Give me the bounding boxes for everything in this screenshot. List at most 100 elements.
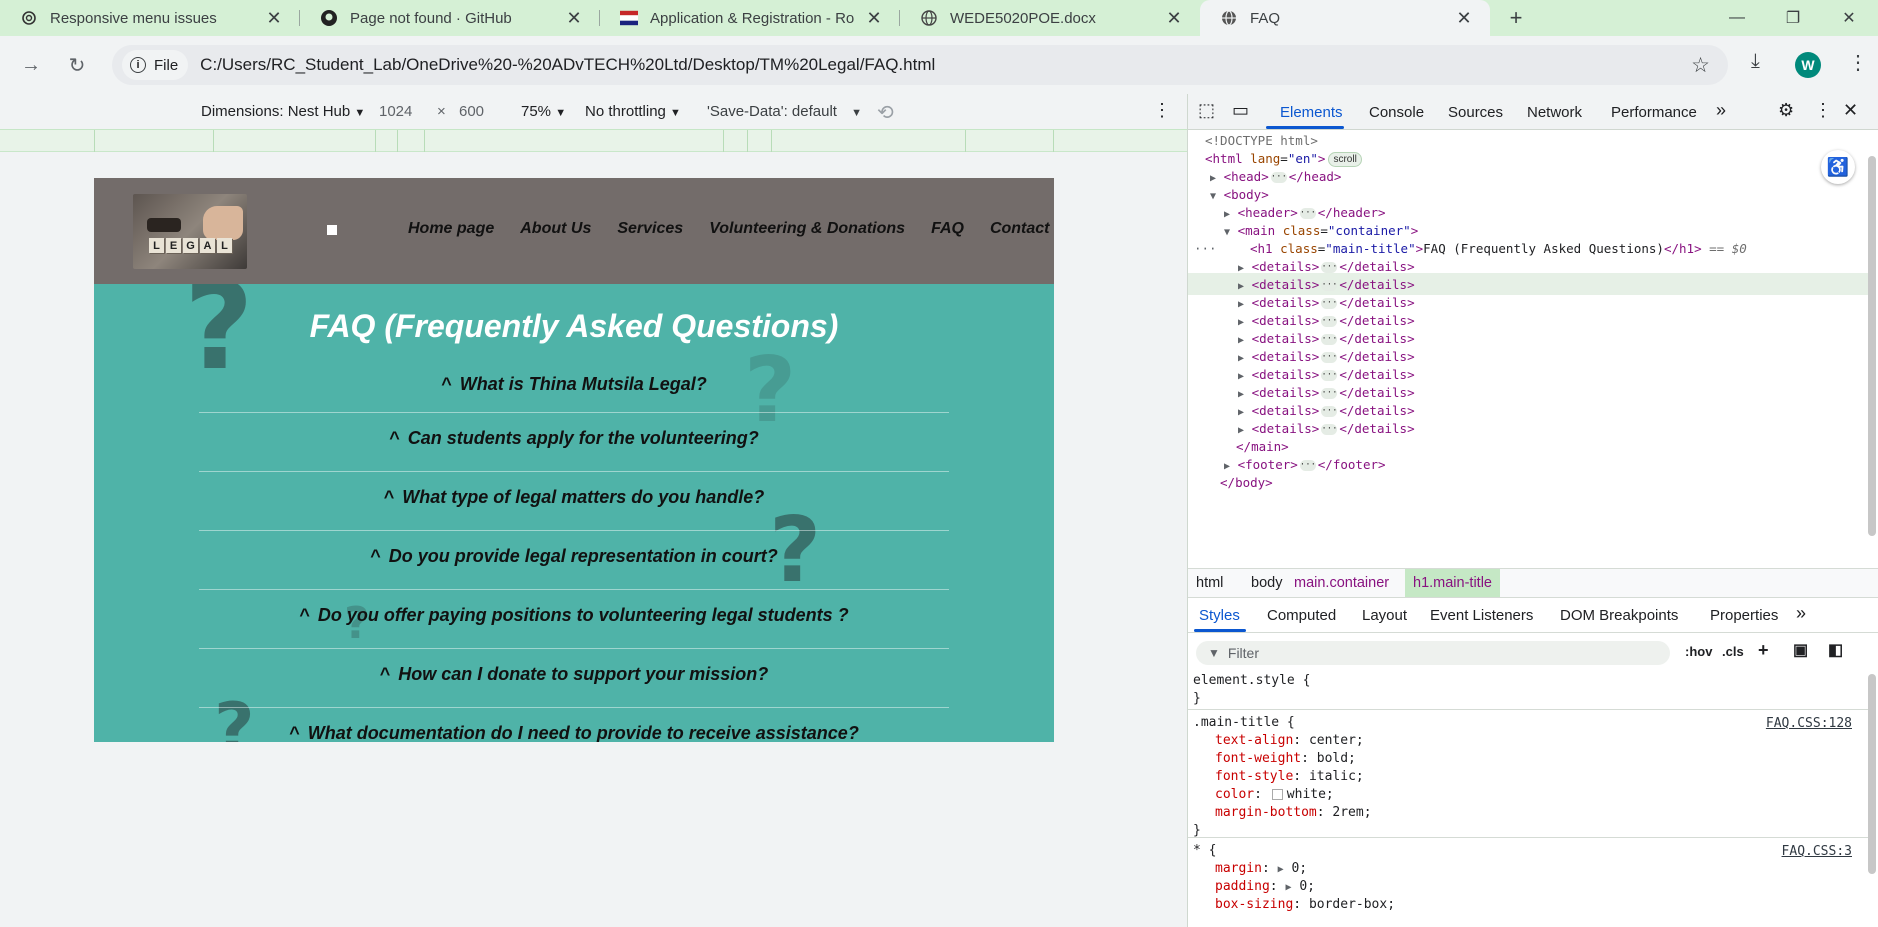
dom-scrollbar[interactable] xyxy=(1868,156,1876,536)
faq-question[interactable]: ^ What type of legal matters do you handl… xyxy=(199,472,949,531)
reload-icon[interactable]: ↻ xyxy=(62,50,92,80)
faq-question[interactable]: ^ What documentation do I need to provide… xyxy=(199,708,949,743)
media-query-ruler[interactable] xyxy=(0,130,1187,152)
prop-name[interactable]: padding xyxy=(1215,879,1270,894)
prop-name[interactable]: box-sizing xyxy=(1215,897,1293,912)
nav-volunteering[interactable]: Volunteering & Donations xyxy=(709,220,905,238)
prop-name[interactable]: text-align xyxy=(1215,733,1293,748)
tab-console[interactable]: Console xyxy=(1369,104,1424,121)
rotate-icon[interactable]: ⟲ xyxy=(877,100,894,125)
device-toggle-icon[interactable]: ▭ xyxy=(1232,100,1249,121)
bookmark-star-icon[interactable]: ☆ xyxy=(1691,53,1710,78)
prop-value[interactable]: bold; xyxy=(1317,751,1356,766)
tab-event-listeners[interactable]: Event Listeners xyxy=(1430,607,1533,624)
crumb-main[interactable]: main.container xyxy=(1294,575,1389,591)
accessibility-icon[interactable]: ♿ xyxy=(1821,150,1855,184)
site-info-chip[interactable]: i File xyxy=(122,50,189,80)
throttle-select[interactable]: No throttling ▼ xyxy=(585,103,681,120)
tab-styles[interactable]: Styles xyxy=(1199,607,1240,624)
tab-computed[interactable]: Computed xyxy=(1267,607,1336,624)
minimize-icon[interactable]: — xyxy=(1714,0,1760,36)
rule-source-link[interactable]: FAQ.CSS:128 xyxy=(1766,716,1852,731)
width-input[interactable]: 1024 xyxy=(379,103,412,120)
dimensions-select[interactable]: Dimensions: Nest Hub ▼ xyxy=(201,103,365,120)
tab-dom-breakpoints[interactable]: DOM Breakpoints xyxy=(1560,607,1678,624)
prop-value[interactable]: border-box; xyxy=(1309,897,1395,912)
new-tab-button[interactable]: + xyxy=(1501,0,1531,36)
height-input[interactable]: 600 xyxy=(459,103,484,120)
save-data-select[interactable]: 'Save-Data': default ▼ xyxy=(707,103,862,120)
prop-value[interactable]: center; xyxy=(1309,733,1364,748)
scroll-badge[interactable]: scroll xyxy=(1328,152,1362,167)
nav-home[interactable]: Home page xyxy=(408,220,494,238)
crumb-html[interactable]: html xyxy=(1196,575,1223,591)
universal-rule[interactable]: * { FAQ.CSS:3 margin: ▶ 0; padding: ▶ 0;… xyxy=(1188,840,1868,927)
faq-question[interactable]: ^ What is Thina Mutsila Legal? xyxy=(199,360,949,413)
prop-name[interactable]: color xyxy=(1215,787,1254,802)
faq-question[interactable]: ^ How can I donate to support your missio… xyxy=(199,649,949,708)
faq-question[interactable]: ^ Can students apply for the volunteering… xyxy=(199,413,949,472)
tab-properties[interactable]: Properties xyxy=(1710,607,1778,624)
address-bar[interactable]: i File C:/Users/RC_Student_Lab/OneDrive%… xyxy=(112,45,1728,85)
dom-node-body-close[interactable]: </body> xyxy=(1220,472,1273,493)
rule-source-link[interactable]: FAQ.CSS:3 xyxy=(1782,844,1852,859)
download-icon[interactable]: ⤓ xyxy=(1751,50,1760,73)
tab-sources[interactable]: Sources xyxy=(1448,104,1503,121)
zoom-select[interactable]: 75% ▼ xyxy=(521,103,566,120)
more-options-icon[interactable]: ⋮ xyxy=(1153,100,1171,121)
nav-faq[interactable]: FAQ xyxy=(931,220,964,238)
row-ellipsis-icon[interactable]: ··· xyxy=(1194,238,1217,259)
tab-network[interactable]: Network xyxy=(1527,104,1582,121)
gear-icon[interactable]: ⚙ xyxy=(1778,100,1794,121)
add-rule-icon[interactable]: + xyxy=(1758,640,1769,661)
tab-application[interactable]: Application & Registration - Ro ✕ xyxy=(600,0,900,36)
color-swatch[interactable] xyxy=(1271,789,1283,800)
menu-toggle[interactable] xyxy=(327,225,337,235)
tab-layout[interactable]: Layout xyxy=(1362,607,1407,624)
prop-value[interactable]: white; xyxy=(1287,787,1334,802)
close-tab-icon[interactable]: ✕ xyxy=(1452,8,1476,29)
prop-name[interactable]: font-weight xyxy=(1215,751,1301,766)
main-title-rule[interactable]: .main-title { FAQ.CSS:128 text-align: ce… xyxy=(1188,712,1868,838)
element-style-rule[interactable]: element.style { } xyxy=(1188,670,1868,710)
more-tabs-icon[interactable]: » xyxy=(1716,100,1726,121)
tab-faq[interactable]: FAQ ✕ xyxy=(1200,0,1490,36)
prop-name[interactable]: margin xyxy=(1215,861,1262,876)
more-options-icon[interactable]: ⋮ xyxy=(1814,100,1832,121)
tab-github[interactable]: Page not found · GitHub ✕ xyxy=(300,0,600,36)
sidebar-toggle-icon[interactable]: ◧ xyxy=(1828,640,1843,660)
cls-button[interactable]: .cls xyxy=(1722,644,1744,659)
close-tab-icon[interactable]: ✕ xyxy=(1162,8,1186,29)
more-tabs-icon[interactable]: » xyxy=(1796,603,1806,624)
crumb-body[interactable]: body xyxy=(1251,575,1282,591)
prop-name[interactable]: font-style xyxy=(1215,769,1293,784)
tab-elements[interactable]: Elements xyxy=(1280,104,1343,121)
tab-docx[interactable]: WEDE5020POE.docx ✕ xyxy=(900,0,1200,36)
expand-triangle-icon[interactable]: ▶ xyxy=(1278,864,1284,875)
close-window-icon[interactable]: ✕ xyxy=(1826,0,1872,36)
nav-about[interactable]: About Us xyxy=(520,220,591,238)
prop-value[interactable]: 0; xyxy=(1299,879,1315,894)
faq-question[interactable]: ^ Do you offer paying positions to volunt… xyxy=(199,590,949,649)
paint-icon[interactable]: ▣ xyxy=(1793,640,1808,660)
prop-name[interactable]: margin-bottom xyxy=(1215,805,1317,820)
prop-value[interactable]: 0; xyxy=(1291,861,1307,876)
hov-button[interactable]: :hov xyxy=(1685,644,1712,659)
restore-icon[interactable]: ❐ xyxy=(1770,0,1816,36)
faq-question[interactable]: ^ Do you provide legal representation in … xyxy=(199,531,949,590)
close-tab-icon[interactable]: ✕ xyxy=(862,8,886,29)
prop-value[interactable]: italic; xyxy=(1309,769,1364,784)
avatar[interactable]: W xyxy=(1795,52,1821,78)
nav-contact[interactable]: Contact Us xyxy=(990,220,1054,238)
tab-performance[interactable]: Performance xyxy=(1611,104,1697,121)
url-text[interactable]: C:/Users/RC_Student_Lab/OneDrive%20-%20A… xyxy=(200,55,935,75)
prop-value[interactable]: 2rem; xyxy=(1332,805,1371,820)
forward-icon[interactable]: → xyxy=(16,50,46,80)
nav-services[interactable]: Services xyxy=(617,220,683,238)
styles-filter-input[interactable]: ▼ Filter xyxy=(1196,641,1670,665)
inspect-element-icon[interactable]: ⬚ xyxy=(1198,100,1215,121)
expand-triangle-icon[interactable]: ▶ xyxy=(1285,882,1291,893)
close-tab-icon[interactable]: ✕ xyxy=(562,8,586,29)
close-tab-icon[interactable]: ✕ xyxy=(262,8,286,29)
crumb-h1[interactable]: h1.main-title xyxy=(1405,569,1500,597)
